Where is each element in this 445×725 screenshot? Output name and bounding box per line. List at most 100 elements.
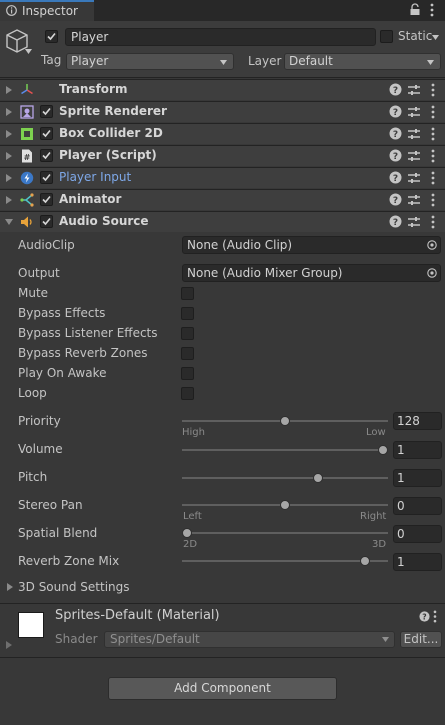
enabled-checkbox[interactable] [40,171,53,184]
help-icon[interactable]: ? [389,127,402,140]
preset-icon[interactable] [408,194,420,206]
divider [0,657,445,658]
volume-slider-thumb[interactable] [378,445,388,455]
reverb-zone-mix-slider-thumb[interactable] [360,556,371,566]
component-audio-source[interactable]: Audio Source ? [0,211,445,232]
more-menu-icon[interactable] [433,610,437,623]
static-dropdown-arrow-icon[interactable] [432,35,439,40]
help-icon[interactable]: ? [419,611,430,622]
help-icon[interactable]: ? [389,215,402,228]
component-player-input[interactable]: Player Input ? [0,167,445,188]
svg-text:?: ? [393,152,398,162]
more-menu-icon[interactable] [431,127,435,141]
foldout-arrow-icon[interactable] [6,130,12,138]
shader-label: Shader [55,632,98,646]
component-box-collider-2d[interactable]: Box Collider 2D ? [0,123,445,144]
component-player-script[interactable]: # Player (Script) ? [0,145,445,166]
enabled-checkbox[interactable] [40,127,53,140]
loop-checkbox[interactable] [181,387,194,400]
spatial-blend-slider-thumb[interactable] [182,528,192,538]
info-icon [6,5,17,16]
bypass-listener-effects-checkbox[interactable] [181,327,194,340]
help-icon[interactable]: ? [389,193,402,206]
component-animator[interactable]: Animator ? [0,189,445,210]
enabled-checkbox[interactable] [40,149,53,162]
more-menu-icon[interactable] [431,171,435,185]
foldout-arrow-icon[interactable] [6,152,12,160]
edit-shader-button[interactable]: Edit... [400,631,442,648]
object-picker-icon[interactable] [427,268,437,278]
static-checkbox[interactable] [380,30,393,43]
3d-sound-settings-foldout[interactable]: 3D Sound Settings [0,578,445,598]
help-icon[interactable]: ? [389,83,402,96]
reverb-zone-mix-slider-track[interactable] [182,560,388,562]
help-icon[interactable]: ? [389,149,402,162]
help-icon[interactable]: ? [389,171,402,184]
tag-dropdown[interactable]: Player [66,53,234,70]
preset-icon[interactable] [408,128,420,140]
object-name-input[interactable]: Player [65,28,376,46]
bypass-effects-label: Bypass Effects [18,306,106,320]
layer-label: Layer [248,54,282,68]
foldout-arrow-icon[interactable] [6,196,12,204]
component-name: Sprite Renderer [59,104,167,118]
player-input-icon [20,171,34,185]
help-icon[interactable]: ? [389,105,402,118]
inspector-tab[interactable]: Inspector [0,0,94,21]
bypass-effects-checkbox[interactable] [181,307,194,320]
bypass-reverb-zones-checkbox[interactable] [181,347,194,360]
lock-icon[interactable] [409,3,421,16]
priority-slider-thumb[interactable] [280,416,290,426]
icon-dropdown-arrow-icon[interactable] [25,49,32,54]
preset-icon[interactable] [408,106,420,118]
chevron-down-icon [427,60,434,65]
audioclip-field[interactable]: None (Audio Clip) [182,236,441,254]
output-field[interactable]: None (Audio Mixer Group) [182,264,441,282]
active-checkbox[interactable] [45,30,58,43]
more-menu-icon[interactable] [431,105,435,119]
more-menu-icon[interactable] [431,149,435,163]
stereo-pan-slider-thumb[interactable] [280,500,290,510]
spatial-blend-input[interactable]: 0 [393,525,442,543]
foldout-arrow-icon[interactable] [6,641,12,649]
checkmark-icon [47,32,56,41]
more-menu-icon[interactable] [431,193,435,207]
mute-checkbox[interactable] [181,287,194,300]
reverb-zone-mix-input[interactable]: 1 [393,553,442,571]
stereo-pan-label: Stereo Pan [18,498,83,512]
enabled-checkbox[interactable] [40,215,53,228]
enabled-checkbox[interactable] [40,193,53,206]
chevron-down-icon [382,637,389,642]
play-on-awake-checkbox[interactable] [181,367,194,380]
volume-input[interactable]: 1 [393,441,442,459]
more-menu-icon[interactable] [431,215,435,229]
stereo-pan-input[interactable]: 0 [393,497,442,515]
priority-input[interactable]: 128 [393,412,442,430]
shader-dropdown[interactable]: Sprites/Default [104,631,395,648]
object-picker-icon[interactable] [427,240,437,250]
component-transform[interactable]: Transform ? [0,79,445,100]
more-menu-icon[interactable] [430,3,434,17]
audioclip-label: AudioClip [18,238,75,252]
volume-slider-track[interactable] [182,449,388,451]
preset-icon[interactable] [408,84,420,96]
enabled-checkbox[interactable] [40,105,53,118]
add-component-button[interactable]: Add Component [108,677,337,700]
preset-icon[interactable] [408,172,420,184]
layer-dropdown[interactable]: Default [284,53,441,70]
foldout-arrow-icon[interactable] [6,86,12,94]
more-menu-icon[interactable] [431,83,435,97]
spatial-blend-slider-track[interactable] [182,532,388,534]
foldout-arrow-icon[interactable] [6,174,12,182]
pitch-slider-thumb[interactable] [312,473,323,483]
output-label: Output [18,266,60,280]
pitch-input[interactable]: 1 [393,469,442,487]
preset-icon[interactable] [408,216,420,228]
component-sprite-renderer[interactable]: Sprite Renderer ? [0,101,445,122]
component-name: Box Collider 2D [59,126,163,140]
foldout-arrow-icon[interactable] [6,108,12,116]
preset-icon[interactable] [408,150,420,162]
pitch-slider-track[interactable] [182,477,388,479]
foldout-arrow-icon[interactable] [5,219,13,225]
reverb-zone-mix-label: Reverb Zone Mix [18,554,120,568]
